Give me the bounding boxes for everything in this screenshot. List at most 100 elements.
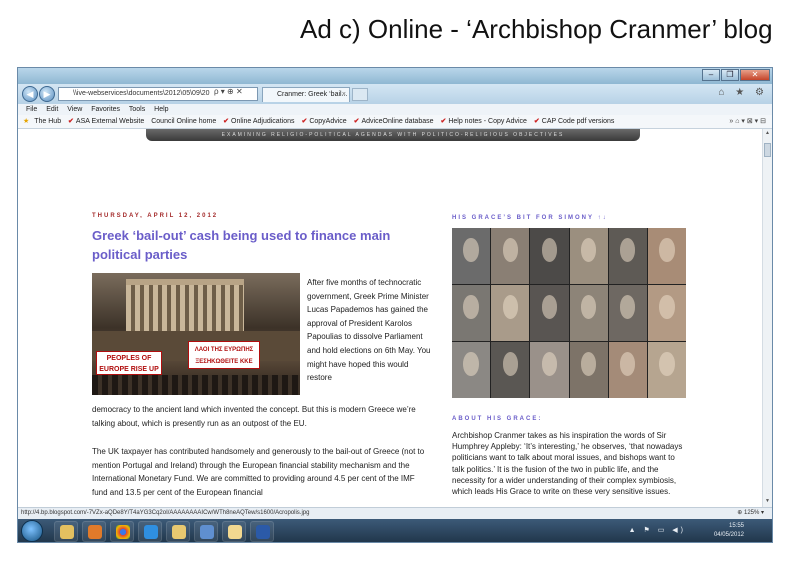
tick-icon: ✔ [440, 118, 447, 125]
page-content: EXAMINING RELIGIO-POLITICAL AGENDAS WITH… [18, 129, 764, 507]
minimize-button[interactable]: – [702, 69, 720, 81]
tick-icon: ✔ [68, 118, 74, 125]
ie-taskbar-icon[interactable] [138, 521, 162, 542]
collage-photo [530, 228, 569, 284]
fav-label: CopyAdvice [309, 118, 347, 125]
fav-online-adjudications[interactable]: ✔ Online Adjudications [223, 115, 294, 129]
tick-icon: ✔ [353, 118, 360, 125]
system-tray-icons[interactable]: ▲ ⚑ ▭ ◀) [629, 526, 686, 534]
start-button[interactable] [21, 520, 43, 542]
clock[interactable]: 15:55 04/05/2012 [714, 522, 744, 540]
scroll-thumb[interactable] [764, 143, 771, 157]
collage-photo [452, 342, 491, 398]
new-tab-button[interactable] [352, 88, 368, 101]
collage-photo [452, 285, 491, 341]
explorer-taskbar-icon[interactable] [54, 521, 78, 542]
zoom-level[interactable]: ⊕ 125% ▾ [737, 508, 764, 519]
collage-photo [530, 342, 569, 398]
menu-edit[interactable]: Edit [46, 106, 58, 113]
collage-photo [569, 285, 608, 341]
menu-file[interactable]: File [26, 106, 37, 113]
fav-asa-website[interactable]: ✔ ASA External Website [68, 115, 144, 129]
crowd-shape [92, 375, 300, 395]
scroll-up-icon[interactable]: ▲ [764, 130, 771, 138]
collage-photo [647, 228, 686, 284]
fav-the-hub[interactable]: The Hub [34, 115, 61, 129]
favorites-star-icon[interactable]: ★ [23, 118, 29, 125]
post-paragraph-side: After five months of technocratic govern… [307, 278, 431, 383]
media-player-taskbar-icon[interactable] [82, 521, 106, 542]
menu-help[interactable]: Help [154, 106, 168, 113]
collage-photo [569, 342, 608, 398]
post-title[interactable]: Greek ‘bail-out’ cash being used to fina… [92, 226, 432, 264]
protest-banner-right: ΛΑΟΙ ΤΗΣ ΕΥΡΩΠΗΣ ΞΕΣΗΚΩΘΕΙΤΕ KKE [188, 341, 260, 369]
vertical-scrollbar[interactable]: ▲ ▼ [762, 129, 772, 507]
word-taskbar-icon[interactable] [250, 521, 274, 542]
sidebar-heading-simony: HIS GRACE’S BIT FOR SIMONY ↑↓ [452, 215, 608, 221]
address-tools-icon[interactable]: ρ ▾ ⊕ ✕ [214, 87, 243, 96]
protest-banner-left: PEOPLES OF EUROPE RISE UP KKE [96, 351, 162, 384]
forward-arrow-icon[interactable]: ▶ [39, 86, 55, 102]
fav-label: AdviceOnline database [361, 118, 434, 125]
post-date: THURSDAY, APRIL 12, 2012 [92, 213, 219, 219]
address-row: ◀ ▶ \\ive-webservices\documents\2012\05\… [18, 84, 772, 104]
fav-council-online[interactable]: Council Online home [151, 115, 216, 129]
blog-banner: EXAMINING RELIGIO-POLITICAL AGENDAS WITH… [146, 129, 640, 141]
menu-favorites[interactable]: Favorites [91, 106, 120, 113]
back-arrow-icon[interactable]: ◀ [22, 86, 38, 102]
menu-view[interactable]: View [67, 106, 82, 113]
taskbar: ▲ ⚑ ▭ ◀) 15:55 04/05/2012 [18, 519, 772, 542]
menu-bar: File Edit View Favorites Tools Help [18, 104, 772, 115]
browser-window: – ❐ ✕ ◀ ▶ \\ive-webservices\documents\20… [17, 67, 773, 543]
window-controls: – ❐ ✕ [702, 69, 770, 81]
fav-label: Council Online home [151, 118, 217, 125]
post-paragraph-cont: democracy to the ancient land which inve… [92, 405, 416, 428]
tab-close-icon[interactable]: × [342, 88, 346, 102]
menu-tools[interactable]: Tools [129, 106, 145, 113]
tick-icon: ✔ [533, 118, 540, 125]
collage-photo [452, 228, 491, 284]
folder-taskbar-icon[interactable] [222, 521, 246, 542]
fav-adviceonline[interactable]: ✔ AdviceOnline database [354, 115, 434, 129]
status-url: http://4.bp.blogspot.com/-7VZx-aQDe8Y/T4… [21, 510, 310, 516]
command-bar-icons[interactable]: » ⌂ ▾ ⊠ ▾ ⊟ [729, 115, 766, 129]
slide-title: Ad c) Online - ‘Archbishop Cranmer’ blog [300, 14, 773, 44]
sidebar-about-text: Archbishop Cranmer takes as his inspirat… [452, 431, 683, 497]
browser-right-icons[interactable]: ⌂ ★ ⚙ [718, 87, 768, 98]
maximize-button[interactable]: ❐ [721, 69, 739, 81]
fav-cap-code[interactable]: ✔ CAP Code pdf versions [534, 115, 615, 129]
clock-date: 04/05/2012 [713, 532, 744, 538]
fav-label: CAP Code pdf versions [541, 118, 615, 125]
status-bar: http://4.bp.blogspot.com/-7VZx-aQDe8Y/T4… [18, 507, 772, 519]
collage-photo [608, 342, 647, 398]
post-paragraph-2: The UK taxpayer has contributed handsome… [92, 447, 425, 497]
collage-photo [491, 285, 530, 341]
tab-label: Cranmer: Greek ‘bail... [277, 91, 348, 98]
clock-time: 15:55 [728, 523, 744, 529]
fav-help-notes[interactable]: ✔ Help notes - Copy Advice [440, 115, 526, 129]
title-bar: – ❐ ✕ [18, 68, 772, 84]
outlook-taskbar-icon[interactable] [166, 521, 190, 542]
fav-label: Online Adjudications [231, 118, 295, 125]
collage-photo [608, 228, 647, 284]
collage-photo [491, 342, 530, 398]
collage-photo [530, 285, 569, 341]
collage-photo [647, 342, 686, 398]
fav-label: ASA External Website [75, 118, 145, 125]
fav-label: The Hub [34, 118, 62, 125]
fav-copyadvice[interactable]: ✔ CopyAdvice [301, 115, 346, 129]
scroll-down-icon[interactable]: ▼ [764, 498, 771, 506]
collage-photo [569, 228, 608, 284]
fav-label: Help notes - Copy Advice [448, 118, 527, 125]
collage-photo [608, 285, 647, 341]
sidebar-heading-about: ABOUT HIS GRACE: [452, 416, 543, 422]
photo-collage[interactable] [452, 228, 686, 398]
close-button[interactable]: ✕ [740, 69, 770, 81]
favorites-bar: ★ The Hub ✔ ASA External Website Council … [18, 115, 772, 129]
chrome-taskbar-icon[interactable] [110, 521, 134, 542]
tab-cranmer[interactable]: Cranmer: Greek ‘bail... × [262, 87, 350, 102]
collage-photo [491, 228, 530, 284]
paw-taskbar-icon[interactable] [194, 521, 218, 542]
collage-photo [647, 285, 686, 341]
acropolis-photo[interactable]: PEOPLES OF EUROPE RISE UP KKE ΛΑΟΙ ΤΗΣ Ε… [92, 273, 300, 395]
